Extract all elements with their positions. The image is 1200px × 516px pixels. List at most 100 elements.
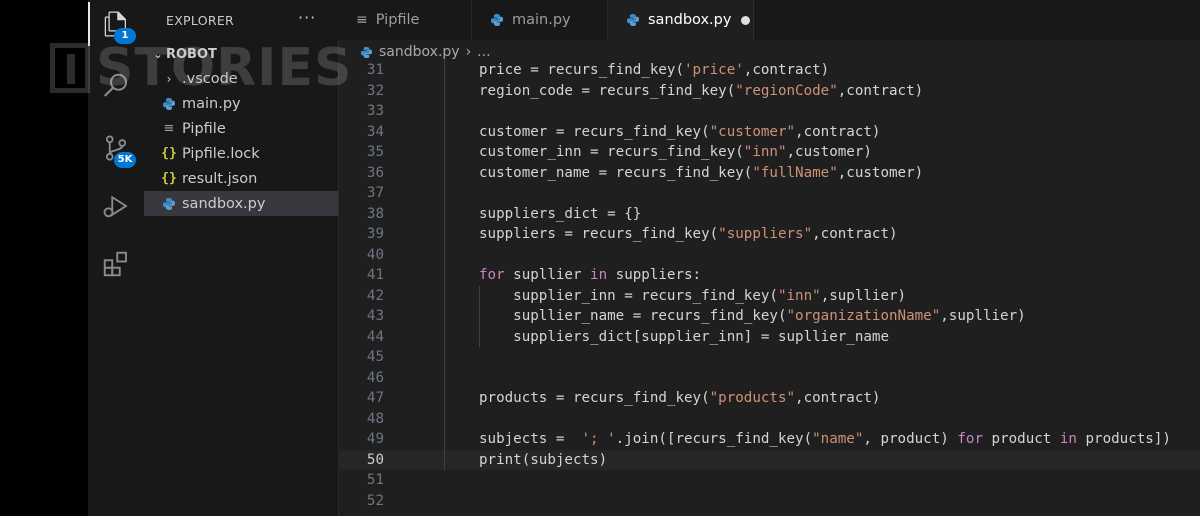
breadcrumb-symbols[interactable]: ...: [477, 44, 490, 60]
line-number: 39: [366, 226, 384, 242]
tab-main-py[interactable]: main.py: [472, 0, 608, 40]
json-braces-icon: {}: [161, 146, 177, 161]
line-number: 50: [366, 451, 384, 468]
line-number: 41: [366, 267, 384, 283]
editor-tab-bar: ≡ Pipfile main.py sandbox.py: [338, 0, 1200, 40]
search-button[interactable]: [88, 62, 144, 110]
code-text: for supllier in suppliers:: [479, 267, 702, 283]
source-control-button[interactable]: 5K: [88, 124, 144, 172]
code-line[interactable]: 39 suppliers = recurs_find_key("suppliers…: [338, 224, 1200, 245]
code-line[interactable]: 52: [338, 491, 1200, 512]
indent-guide: [479, 285, 480, 347]
line-number: 33: [366, 103, 384, 119]
unsaved-dot-icon[interactable]: [741, 15, 751, 25]
code-text: supplier_inn = recurs_find_key("inn",sup…: [479, 287, 907, 304]
line-number: 42: [366, 287, 384, 304]
code-line[interactable]: 40: [338, 245, 1200, 266]
activity-bar: 1 5K: [88, 0, 144, 516]
line-number: 32: [366, 82, 384, 99]
lines-icon: ≡: [356, 12, 368, 28]
run-debug-button[interactable]: [88, 182, 144, 230]
line-number: 45: [366, 349, 384, 365]
code-line[interactable]: 32 region_code = recurs_find_key("regionC…: [338, 81, 1200, 102]
code-line[interactable]: 42 supplier_inn = recurs_find_key("inn",…: [338, 286, 1200, 307]
python-icon: [158, 97, 180, 111]
code-line[interactable]: 50 print(subjects): [338, 449, 1200, 470]
code-text: customer_name = recurs_find_key("fullNam…: [479, 164, 924, 181]
code-line[interactable]: 46: [338, 368, 1200, 389]
lines-icon: ≡: [163, 121, 175, 136]
chevron-down-icon: ⌄: [153, 47, 163, 61]
file-item-main-py[interactable]: main.py: [144, 91, 338, 116]
line-number: 52: [366, 492, 384, 509]
code-text: subjects = '; '.join([recurs_find_key("n…: [479, 431, 1171, 447]
tab-pipfile[interactable]: ≡ Pipfile: [338, 0, 472, 40]
scm-badge: 5K: [114, 152, 136, 168]
code-line[interactable]: 35 customer_inn = recurs_find_key("inn",c…: [338, 142, 1200, 163]
code-line[interactable]: 34 customer = recurs_find_key("customer",…: [338, 122, 1200, 143]
code-text: suppliers_dict[supplier_inn] = supllier_…: [479, 328, 889, 345]
line-number: 36: [366, 164, 384, 181]
tab-label: Pipfile: [375, 12, 420, 28]
python-icon: [490, 13, 504, 27]
code-line[interactable]: 49 subjects = '; '.join([recurs_find_key(…: [338, 429, 1200, 450]
code-line[interactable]: 47 products = recurs_find_key("products",…: [338, 388, 1200, 409]
explorer-button[interactable]: 1: [88, 0, 144, 48]
code-line[interactable]: 51: [338, 470, 1200, 491]
line-number: 35: [366, 144, 384, 160]
line-number: 43: [366, 308, 384, 324]
more-actions-button[interactable]: ···: [298, 8, 316, 27]
line-number: 51: [366, 472, 384, 488]
indent-guide: [444, 60, 445, 470]
file-item-pipfile-lock[interactable]: {} Pipfile.lock: [144, 141, 338, 166]
breadcrumb-separator: ›: [465, 44, 472, 60]
code-line[interactable]: 38 suppliers_dict = {}: [338, 204, 1200, 225]
code-line[interactable]: 45: [338, 347, 1200, 368]
code-text: customer_inn = recurs_find_key("inn",cus…: [479, 144, 872, 160]
file-label: Pipfile: [182, 120, 226, 137]
code-text: price = recurs_find_key('price',contract…: [479, 62, 830, 78]
code-line[interactable]: 33: [338, 101, 1200, 122]
code-line[interactable]: 41 for supllier in suppliers:: [338, 265, 1200, 286]
video-letterbox: [0, 0, 88, 516]
explorer-badge: 1: [114, 28, 136, 44]
python-icon: [360, 46, 373, 59]
sidebar-title: EXPLORER: [166, 13, 235, 28]
code-text: region_code = recurs_find_key("regionCod…: [479, 82, 924, 99]
file-item-sandbox-py[interactable]: sandbox.py: [144, 191, 338, 216]
extensions-icon: [103, 251, 127, 277]
code-text: customer = recurs_find_key("customer",co…: [479, 123, 881, 140]
file-label: sandbox.py: [182, 195, 266, 212]
file-item-pipfile[interactable]: ≡ Pipfile: [144, 116, 338, 141]
code-line[interactable]: 44 suppliers_dict[supplier_inn] = suplli…: [338, 327, 1200, 348]
line-number: 38: [366, 205, 384, 222]
code-line[interactable]: 36 customer_name = recurs_find_key("fullN…: [338, 163, 1200, 184]
file-label: main.py: [182, 95, 241, 112]
code-line[interactable]: 37: [338, 183, 1200, 204]
line-number: 44: [366, 328, 384, 345]
line-number: 49: [366, 431, 384, 447]
tab-sandbox-py[interactable]: sandbox.py: [608, 0, 754, 40]
code-line[interactable]: 43 supllier_name = recurs_find_key("orga…: [338, 306, 1200, 327]
line-number: 31: [366, 62, 384, 78]
tab-label: sandbox.py: [648, 12, 732, 28]
breadcrumb-file[interactable]: sandbox.py: [379, 44, 460, 60]
file-label: result.json: [182, 170, 258, 187]
explorer-sidebar: EXPLORER ··· ⌄ ROBOT › .vscode main.py ≡…: [144, 0, 339, 516]
code-line[interactable]: 31 price = recurs_find_key('price',contra…: [338, 60, 1200, 81]
file-label: .vscode: [182, 70, 238, 87]
folder-header-robot[interactable]: ⌄ ROBOT: [150, 44, 217, 64]
code-line[interactable]: 48: [338, 409, 1200, 430]
code-text: print(subjects): [479, 451, 608, 468]
file-label: Pipfile.lock: [182, 145, 260, 162]
code-editor[interactable]: 31 price = recurs_find_key('price',contra…: [338, 60, 1200, 516]
extensions-button[interactable]: [88, 240, 144, 288]
file-item-vscode[interactable]: › .vscode: [144, 66, 338, 91]
search-icon: [103, 73, 127, 97]
folder-name: ROBOT: [166, 46, 217, 62]
file-item-result-json[interactable]: {} result.json: [144, 166, 338, 191]
json-braces-icon: {}: [161, 171, 177, 186]
line-number: 46: [366, 369, 384, 386]
code-text: products = recurs_find_key("products",co…: [479, 390, 881, 406]
run-debug-icon: [103, 195, 128, 218]
